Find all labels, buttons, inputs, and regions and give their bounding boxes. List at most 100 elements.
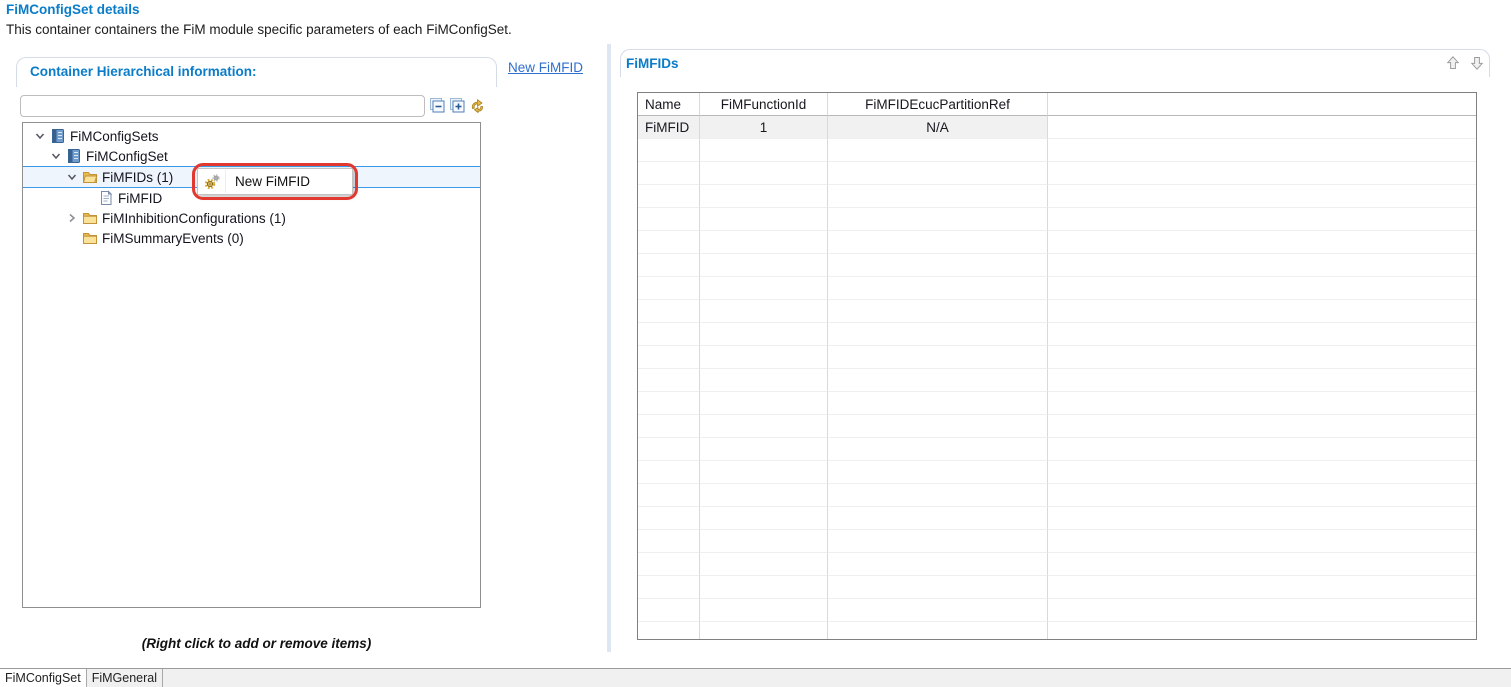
empty-cell	[1048, 438, 1476, 461]
empty-cell[interactable]	[828, 507, 1048, 530]
empty-cell[interactable]	[638, 438, 700, 461]
tree-item-label: FiMConfigSets	[70, 128, 159, 144]
empty-cell[interactable]	[638, 576, 700, 599]
empty-cell[interactable]	[700, 599, 828, 622]
empty-cell[interactable]	[638, 622, 700, 640]
empty-cell[interactable]	[700, 185, 828, 208]
empty-cell[interactable]	[638, 300, 700, 323]
empty-cell	[1048, 484, 1476, 507]
empty-cell[interactable]	[828, 346, 1048, 369]
collapse-all-icon[interactable]	[429, 97, 446, 114]
empty-cell[interactable]	[828, 461, 1048, 484]
table-cell-fimfunctionid[interactable]: 1	[700, 116, 828, 139]
empty-cell[interactable]	[828, 369, 1048, 392]
empty-cell[interactable]	[638, 346, 700, 369]
empty-cell[interactable]	[700, 139, 828, 162]
expand-all-icon[interactable]	[449, 97, 466, 114]
empty-cell[interactable]	[638, 507, 700, 530]
empty-cell[interactable]	[700, 415, 828, 438]
table-cell-fimfidecucpartitionref[interactable]: N/A	[828, 116, 1048, 139]
empty-cell[interactable]	[638, 139, 700, 162]
chevron-down-icon[interactable]	[49, 149, 63, 163]
empty-cell[interactable]	[828, 323, 1048, 346]
column-header-fimfidecucpartitionref[interactable]: FiMFIDEcucPartitionRef	[828, 93, 1048, 116]
empty-cell[interactable]	[828, 576, 1048, 599]
move-down-icon[interactable]	[1469, 55, 1485, 71]
empty-cell[interactable]	[638, 231, 700, 254]
empty-cell[interactable]	[700, 369, 828, 392]
empty-cell[interactable]	[638, 415, 700, 438]
context-menu: New FiMFID	[197, 168, 353, 195]
tab-fimconfigset[interactable]: FiMConfigSet	[0, 669, 87, 687]
refresh-icon[interactable]	[469, 97, 486, 114]
empty-cell[interactable]	[828, 622, 1048, 640]
tree-item-label: FiMConfigSet	[86, 148, 168, 164]
empty-cell[interactable]	[638, 162, 700, 185]
empty-cell[interactable]	[828, 484, 1048, 507]
empty-cell[interactable]	[700, 300, 828, 323]
column-header-name[interactable]: Name	[638, 93, 700, 116]
tree-item-fiminhibitionconfigurations-1[interactable]: FiMInhibitionConfigurations (1)	[23, 208, 480, 228]
empty-cell[interactable]	[828, 277, 1048, 300]
empty-cell[interactable]	[700, 461, 828, 484]
empty-cell[interactable]	[700, 346, 828, 369]
tree-item-fimconfigset[interactable]: FiMConfigSet	[23, 146, 480, 166]
empty-cell[interactable]	[638, 369, 700, 392]
empty-cell[interactable]	[828, 392, 1048, 415]
tree-item-fimconfigsets[interactable]: FiMConfigSets	[23, 126, 480, 146]
empty-cell[interactable]	[700, 530, 828, 553]
folder-icon	[82, 230, 98, 246]
empty-cell[interactable]	[638, 530, 700, 553]
tree-item-fimsummaryevents-0[interactable]: FiMSummaryEvents (0)	[23, 228, 480, 248]
empty-cell[interactable]	[700, 576, 828, 599]
empty-cell	[1048, 599, 1476, 622]
table-cell-name[interactable]: FiMFID	[638, 116, 700, 139]
tab-fimgeneral[interactable]: FiMGeneral	[87, 669, 163, 687]
empty-cell[interactable]	[828, 139, 1048, 162]
empty-cell[interactable]	[828, 530, 1048, 553]
empty-cell[interactable]	[638, 208, 700, 231]
empty-cell[interactable]	[700, 323, 828, 346]
empty-cell[interactable]	[828, 208, 1048, 231]
empty-cell[interactable]	[638, 553, 700, 576]
empty-cell	[1048, 507, 1476, 530]
empty-cell[interactable]	[638, 392, 700, 415]
empty-cell[interactable]	[828, 553, 1048, 576]
empty-cell[interactable]	[828, 300, 1048, 323]
folder-icon	[82, 210, 98, 226]
empty-cell[interactable]	[638, 254, 700, 277]
empty-cell[interactable]	[828, 254, 1048, 277]
new-fimfid-link[interactable]: New FiMFID	[508, 60, 583, 75]
empty-cell[interactable]	[700, 162, 828, 185]
chevron-right-icon[interactable]	[65, 211, 79, 225]
empty-cell[interactable]	[700, 622, 828, 640]
empty-cell[interactable]	[638, 599, 700, 622]
empty-cell[interactable]	[638, 323, 700, 346]
empty-cell[interactable]	[700, 438, 828, 461]
column-header-fimfunctionid[interactable]: FiMFunctionId	[700, 93, 828, 116]
empty-cell[interactable]	[700, 208, 828, 231]
chevron-down-icon[interactable]	[65, 170, 79, 184]
empty-cell[interactable]	[700, 553, 828, 576]
empty-cell[interactable]	[828, 415, 1048, 438]
menu-item-new-fimfid[interactable]: New FiMFID	[235, 174, 310, 189]
chevron-placeholder	[81, 191, 95, 205]
empty-cell[interactable]	[638, 484, 700, 507]
empty-cell[interactable]	[828, 231, 1048, 254]
empty-cell[interactable]	[828, 162, 1048, 185]
empty-cell[interactable]	[638, 185, 700, 208]
empty-cell[interactable]	[700, 277, 828, 300]
empty-cell[interactable]	[700, 231, 828, 254]
empty-cell[interactable]	[828, 599, 1048, 622]
empty-cell[interactable]	[700, 484, 828, 507]
empty-cell[interactable]	[638, 277, 700, 300]
empty-cell[interactable]	[700, 254, 828, 277]
empty-cell[interactable]	[638, 461, 700, 484]
tree-filter-input[interactable]	[20, 95, 425, 117]
empty-cell[interactable]	[828, 185, 1048, 208]
move-up-icon[interactable]	[1445, 55, 1461, 71]
empty-cell[interactable]	[700, 392, 828, 415]
empty-cell[interactable]	[700, 507, 828, 530]
empty-cell[interactable]	[828, 438, 1048, 461]
chevron-down-icon[interactable]	[33, 129, 47, 143]
